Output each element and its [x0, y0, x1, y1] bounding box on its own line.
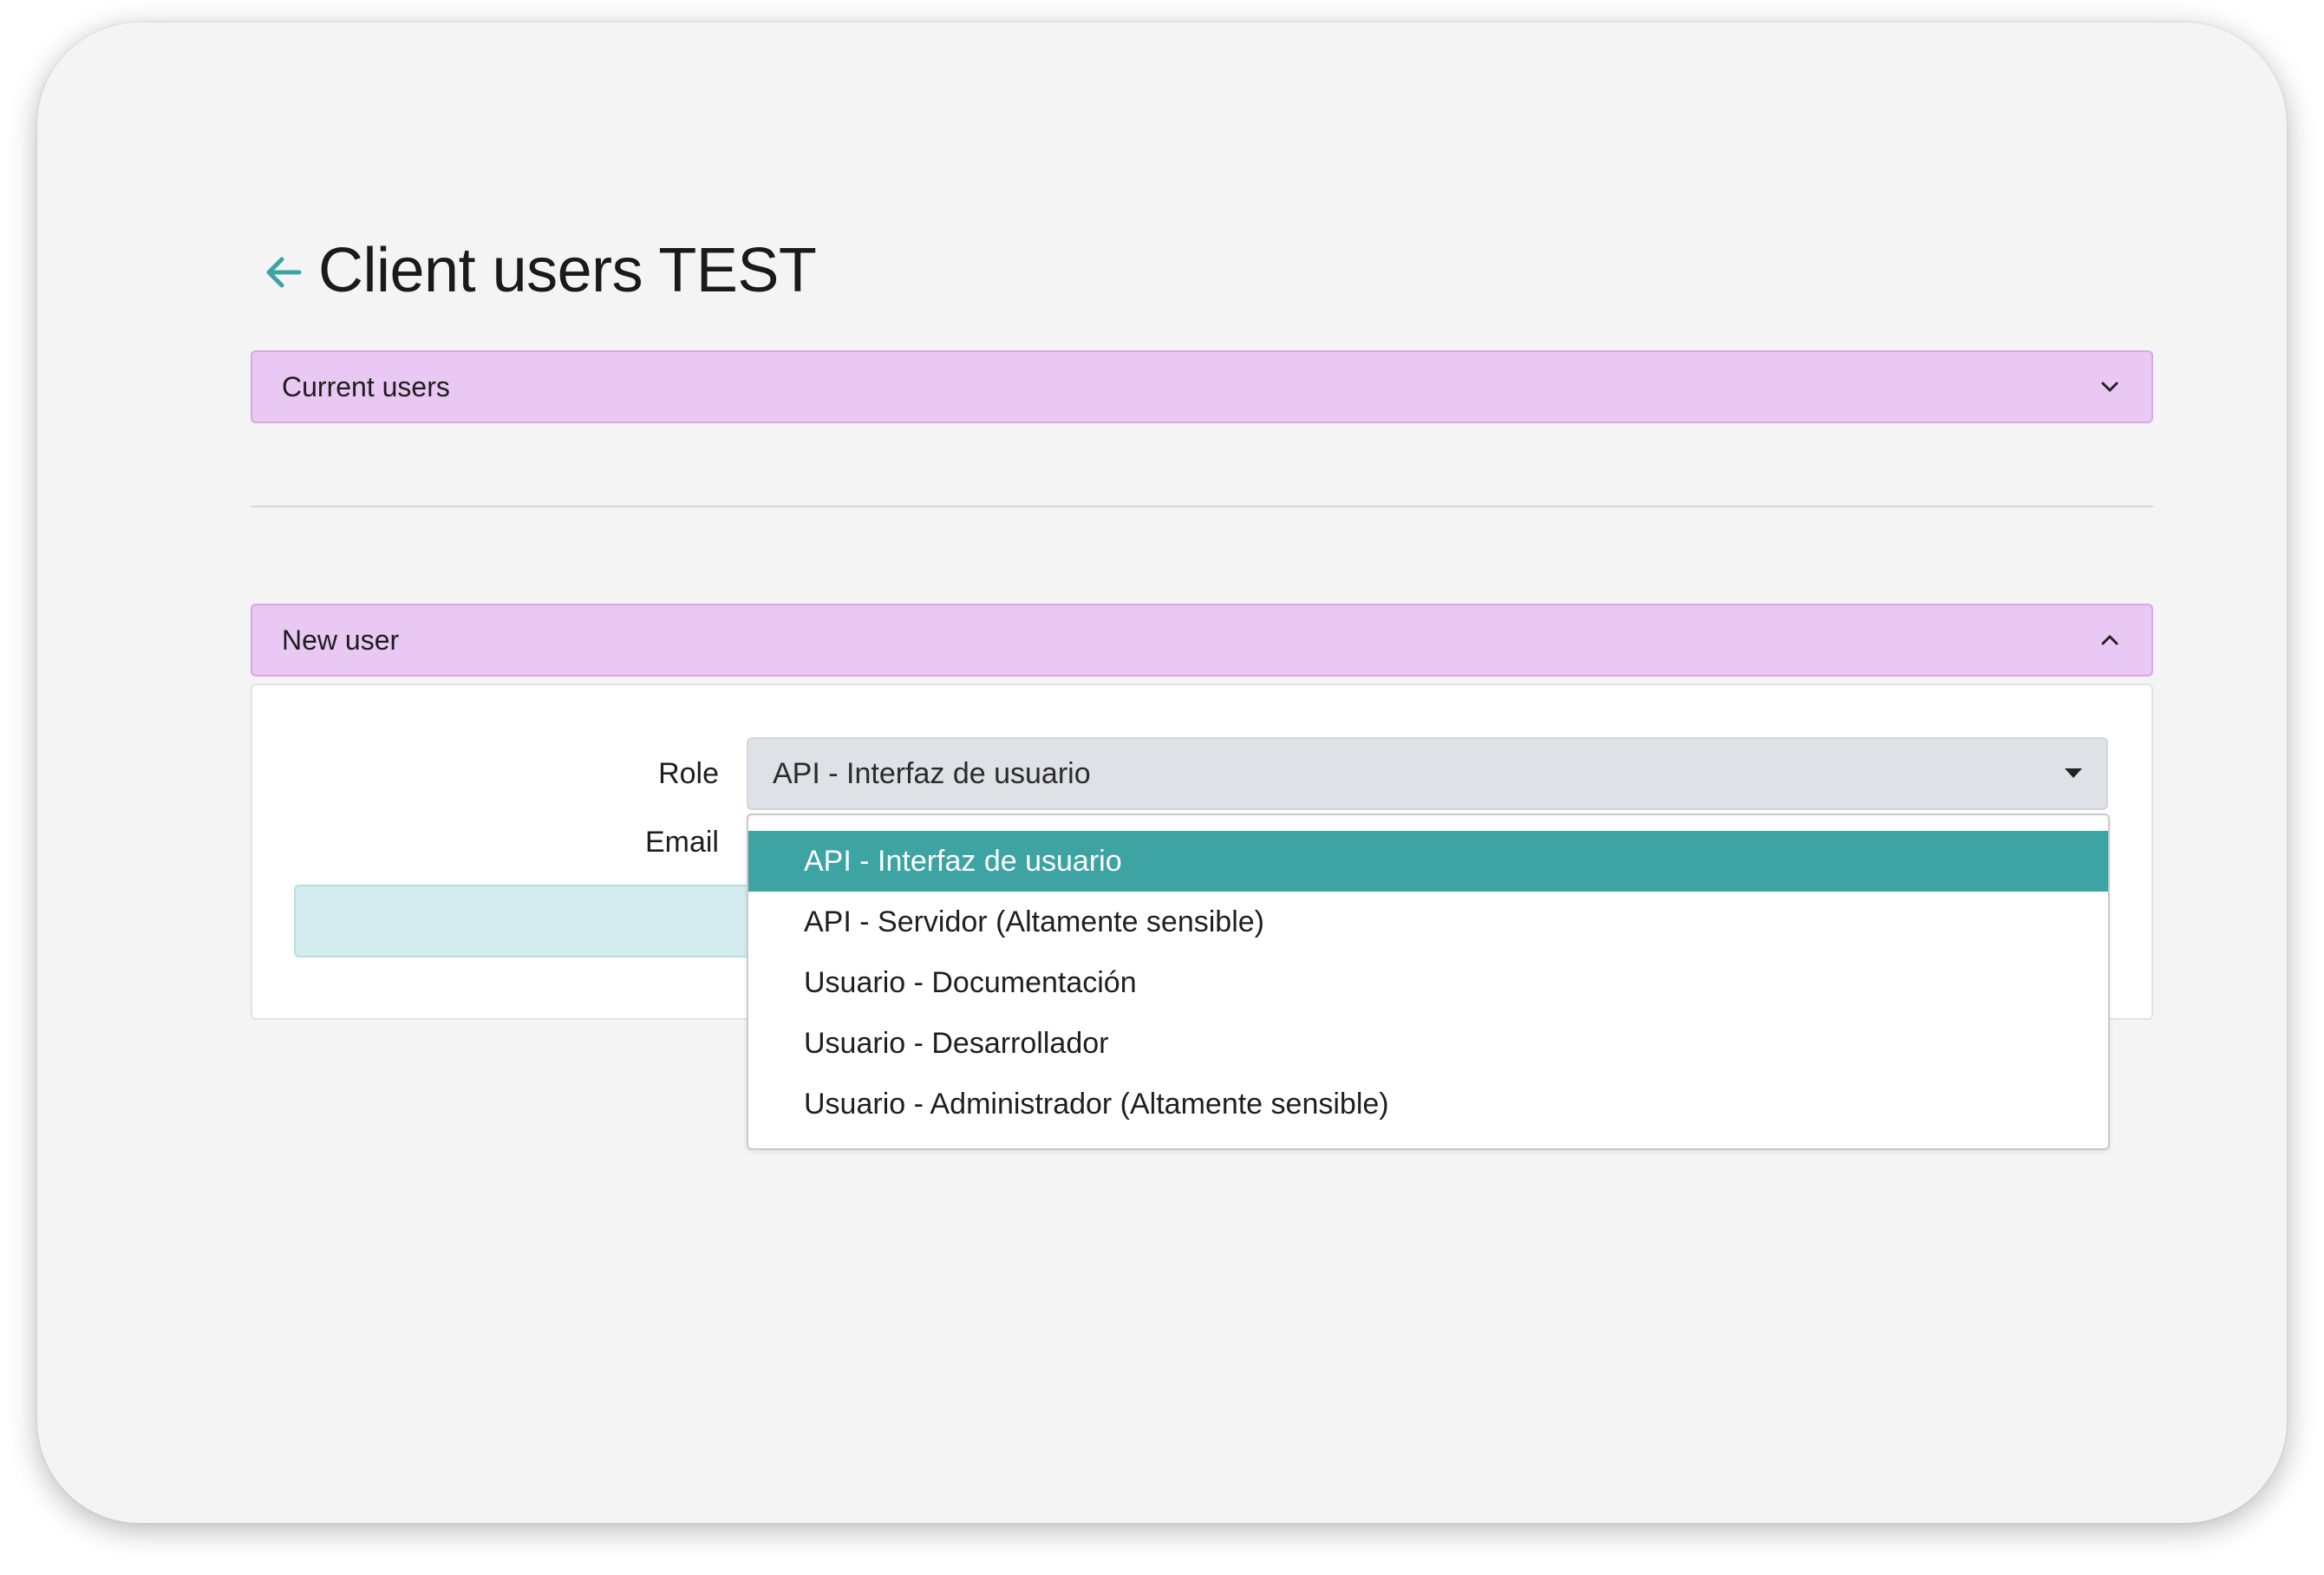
- new-user-title: New user: [282, 624, 400, 656]
- email-label: Email: [644, 826, 719, 859]
- current-users-accordion[interactable]: Current users: [251, 350, 2153, 423]
- role-option[interactable]: Usuario - Desarrollador: [748, 1013, 2108, 1074]
- role-label: Role: [658, 757, 719, 790]
- role-select[interactable]: API - Interfaz de usuario: [747, 737, 2108, 810]
- role-option[interactable]: Usuario - Administrador (Altamente sensi…: [748, 1074, 2108, 1134]
- chevron-down-icon: [2101, 382, 2118, 392]
- new-user-accordion[interactable]: New user: [251, 604, 2153, 676]
- chevron-up-icon: [2101, 635, 2118, 645]
- role-option[interactable]: API - Servidor (Altamente sensible): [748, 892, 2108, 952]
- app-window: Client users TEST Current users New user…: [37, 23, 2287, 1523]
- section-divider: [251, 506, 2153, 507]
- page-title: Client users TEST: [318, 236, 817, 305]
- role-dropdown-list: API - Interfaz de usuario API - Servidor…: [747, 814, 2110, 1150]
- current-users-title: Current users: [282, 371, 450, 402]
- arrow-left-icon[interactable]: [261, 250, 306, 295]
- role-option[interactable]: Usuario - Documentación: [748, 952, 2108, 1013]
- role-option[interactable]: API - Interfaz de usuario: [748, 831, 2108, 892]
- caret-down-icon: [2065, 768, 2082, 778]
- role-select-value: API - Interfaz de usuario: [773, 757, 1091, 790]
